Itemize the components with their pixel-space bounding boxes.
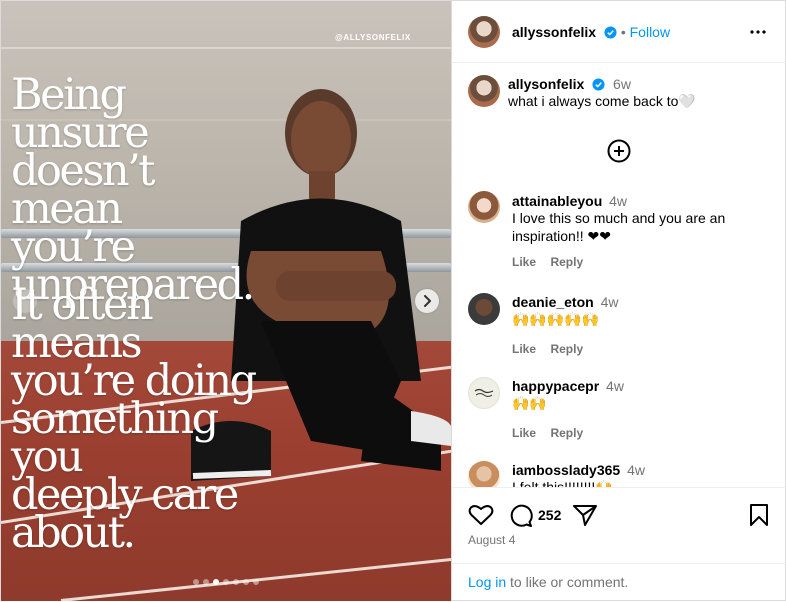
comment-text: I love this so much and you are an inspi…	[512, 210, 726, 244]
previous-slide-hint	[13, 289, 37, 313]
wall-seam	[1, 47, 451, 49]
login-link[interactable]: Log in	[468, 574, 506, 590]
carousel-dots	[193, 579, 259, 585]
carousel-dot	[243, 579, 249, 585]
comment-timestamp[interactable]: 4w	[609, 193, 627, 209]
commenter-username[interactable]: deanie_eton	[512, 294, 594, 310]
heart-icon[interactable]	[468, 503, 494, 527]
caption-text: what i always come back to🤍	[508, 93, 696, 109]
like-comment-button[interactable]: Like	[512, 426, 536, 440]
caption-avatar[interactable]	[468, 75, 500, 107]
carousel-dot	[223, 579, 229, 585]
comment-item: iambosslady365 4w I felt this!!!!!!!!🙌	[512, 462, 772, 487]
reply-button[interactable]: Reply	[550, 426, 583, 440]
comment-item: deanie_eton 4w 🙌🙌🙌🙌🙌 Like Reply	[512, 294, 772, 358]
caption-timestamp[interactable]: 6w	[613, 76, 631, 92]
comment-item: attainableyou 4w I love this so much and…	[512, 193, 772, 271]
post-side-panel: allyssonfelix • Follow allysonfelix 6w w…	[451, 1, 786, 601]
author-line: allyssonfelix • Follow	[512, 24, 670, 40]
chevron-right-icon	[424, 295, 431, 307]
comment-text: 🙌🙌	[512, 395, 547, 411]
like-comment-button[interactable]: Like	[512, 255, 536, 269]
brand-logo-icon	[474, 388, 494, 397]
comment-text: 🙌🙌🙌🙌🙌	[512, 311, 600, 327]
carousel-dot	[233, 579, 239, 585]
quote-line: Being unsure	[11, 70, 150, 158]
separator-dot: •	[620, 24, 626, 40]
bookmark-icon[interactable]	[749, 503, 769, 527]
comment-text: I felt this!!!!!!!!🙌	[512, 479, 613, 487]
commenter-avatar[interactable]	[468, 377, 500, 409]
commenter-avatar[interactable]	[468, 191, 500, 223]
comment-count: 252	[538, 507, 562, 523]
post-date[interactable]: August 4	[468, 533, 515, 547]
commenter-username[interactable]: happypacepr	[512, 378, 599, 394]
caption-username[interactable]: allysonfelix	[508, 76, 584, 92]
like-comment-button[interactable]: Like	[512, 342, 536, 356]
login-prompt: Log in to like or comment.	[452, 563, 786, 602]
caption: allysonfelix 6w what i always come back …	[508, 76, 768, 110]
author-username[interactable]: allyssonfelix	[512, 24, 596, 40]
more-options-icon[interactable]	[749, 23, 767, 41]
carousel-dot	[193, 579, 199, 585]
quote-line: something you	[11, 394, 219, 482]
post-dialog: @ALLYSONFELIX Being unsure doesn’t mean …	[0, 0, 786, 601]
post-media[interactable]: @ALLYSONFELIX Being unsure doesn’t mean …	[1, 1, 451, 601]
carousel-dot	[203, 579, 209, 585]
quote-line: It often means	[11, 280, 154, 368]
reply-button[interactable]: Reply	[550, 342, 583, 356]
carousel-dot	[253, 579, 259, 585]
comment-timestamp[interactable]: 4w	[606, 378, 624, 394]
load-more-comments-icon[interactable]	[607, 139, 631, 163]
comment-timestamp[interactable]: 4w	[627, 462, 645, 478]
next-slide-button[interactable]	[415, 289, 439, 313]
commenter-username[interactable]: iambosslady365	[512, 462, 620, 478]
commenter-username[interactable]: attainableyou	[512, 193, 602, 209]
comment-icon[interactable]	[508, 503, 534, 529]
verified-badge-icon	[592, 78, 605, 91]
quote-line: doesn’t mean	[11, 146, 156, 234]
watermark-handle: @ALLYSONFELIX	[335, 33, 411, 42]
reply-button[interactable]: Reply	[550, 255, 583, 269]
share-icon[interactable]	[572, 503, 598, 527]
comment-item: happypacepr 4w 🙌🙌 Like Reply	[512, 378, 772, 442]
login-prompt-text: to like or comment.	[510, 574, 629, 590]
comment-timestamp[interactable]: 4w	[601, 294, 619, 310]
commenter-avatar[interactable]	[468, 293, 500, 325]
commenter-avatar[interactable]	[468, 461, 500, 487]
quote-text-bottom: It often means you’re doing something yo…	[11, 280, 261, 555]
post-header: allyssonfelix • Follow	[452, 1, 786, 63]
follow-button[interactable]: Follow	[630, 24, 670, 40]
quote-text-top: Being unsure doesn’t mean you’re unprepa…	[11, 70, 271, 307]
verified-badge-icon	[604, 26, 617, 39]
carousel-dot-active	[213, 579, 219, 585]
comments-clip: iambosslady365 4w I felt this!!!!!!!!🙌	[452, 456, 786, 487]
author-avatar[interactable]	[468, 16, 500, 48]
